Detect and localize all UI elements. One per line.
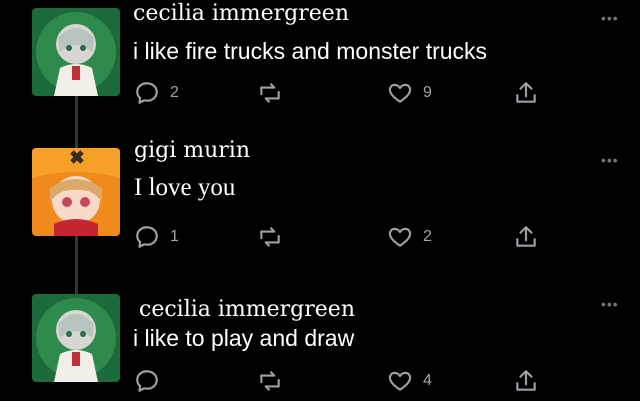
more-options-icon[interactable]: ••• — [601, 10, 619, 26]
action-bar: 1 2 — [0, 224, 640, 254]
share-icon — [516, 82, 536, 103]
repost-icon — [260, 371, 280, 391]
post-text: I love you — [134, 174, 236, 201]
anime-avatar-orange-icon — [32, 148, 120, 236]
like-button[interactable]: 2 — [387, 224, 432, 250]
reply-count: 2 — [170, 84, 179, 101]
more-options-icon[interactable]: ••• — [601, 296, 619, 312]
author-name[interactable]: cecilia immergreen — [133, 1, 349, 26]
action-bar: 4 — [0, 368, 640, 398]
post-1[interactable]: cecilia immergreen i like fire trucks an… — [0, 0, 640, 110]
repost-button[interactable] — [257, 80, 293, 106]
post-text: i like fire trucks and monster trucks — [133, 38, 488, 64]
share-icon — [516, 226, 536, 247]
reply-button[interactable]: 1 — [134, 224, 179, 250]
avatar[interactable] — [32, 148, 120, 236]
share-button[interactable] — [513, 80, 539, 106]
reply-icon — [136, 370, 158, 392]
reply-button[interactable]: 2 — [134, 80, 179, 106]
share-button[interactable] — [513, 224, 539, 250]
repost-icon — [260, 83, 280, 103]
repost-button[interactable] — [257, 368, 293, 394]
reply-icon — [136, 226, 158, 248]
like-count: 4 — [423, 372, 432, 389]
like-button[interactable]: 9 — [387, 80, 432, 106]
repost-icon — [260, 227, 280, 247]
post-3[interactable]: cecilia immergreen i like to play and dr… — [0, 286, 640, 401]
reply-button[interactable] — [134, 368, 170, 394]
share-button[interactable] — [513, 368, 539, 394]
reply-count: 1 — [170, 228, 179, 245]
heart-icon — [388, 83, 412, 103]
author-name[interactable]: gigi murin — [134, 138, 250, 163]
like-button[interactable]: 4 — [387, 368, 432, 394]
heart-icon — [388, 371, 412, 391]
more-options-icon[interactable]: ••• — [601, 152, 619, 168]
heart-icon — [388, 227, 412, 247]
post-text: i like to play and draw — [133, 325, 355, 351]
share-icon — [516, 370, 536, 391]
post-2[interactable]: gigi murin I love you ••• 1 2 — [0, 138, 640, 260]
repost-button[interactable] — [257, 224, 293, 250]
author-name[interactable]: cecilia immergreen — [139, 297, 355, 322]
like-count: 9 — [423, 84, 432, 101]
action-bar: 2 9 — [0, 80, 640, 110]
reply-icon — [136, 82, 158, 104]
like-count: 2 — [423, 228, 432, 245]
